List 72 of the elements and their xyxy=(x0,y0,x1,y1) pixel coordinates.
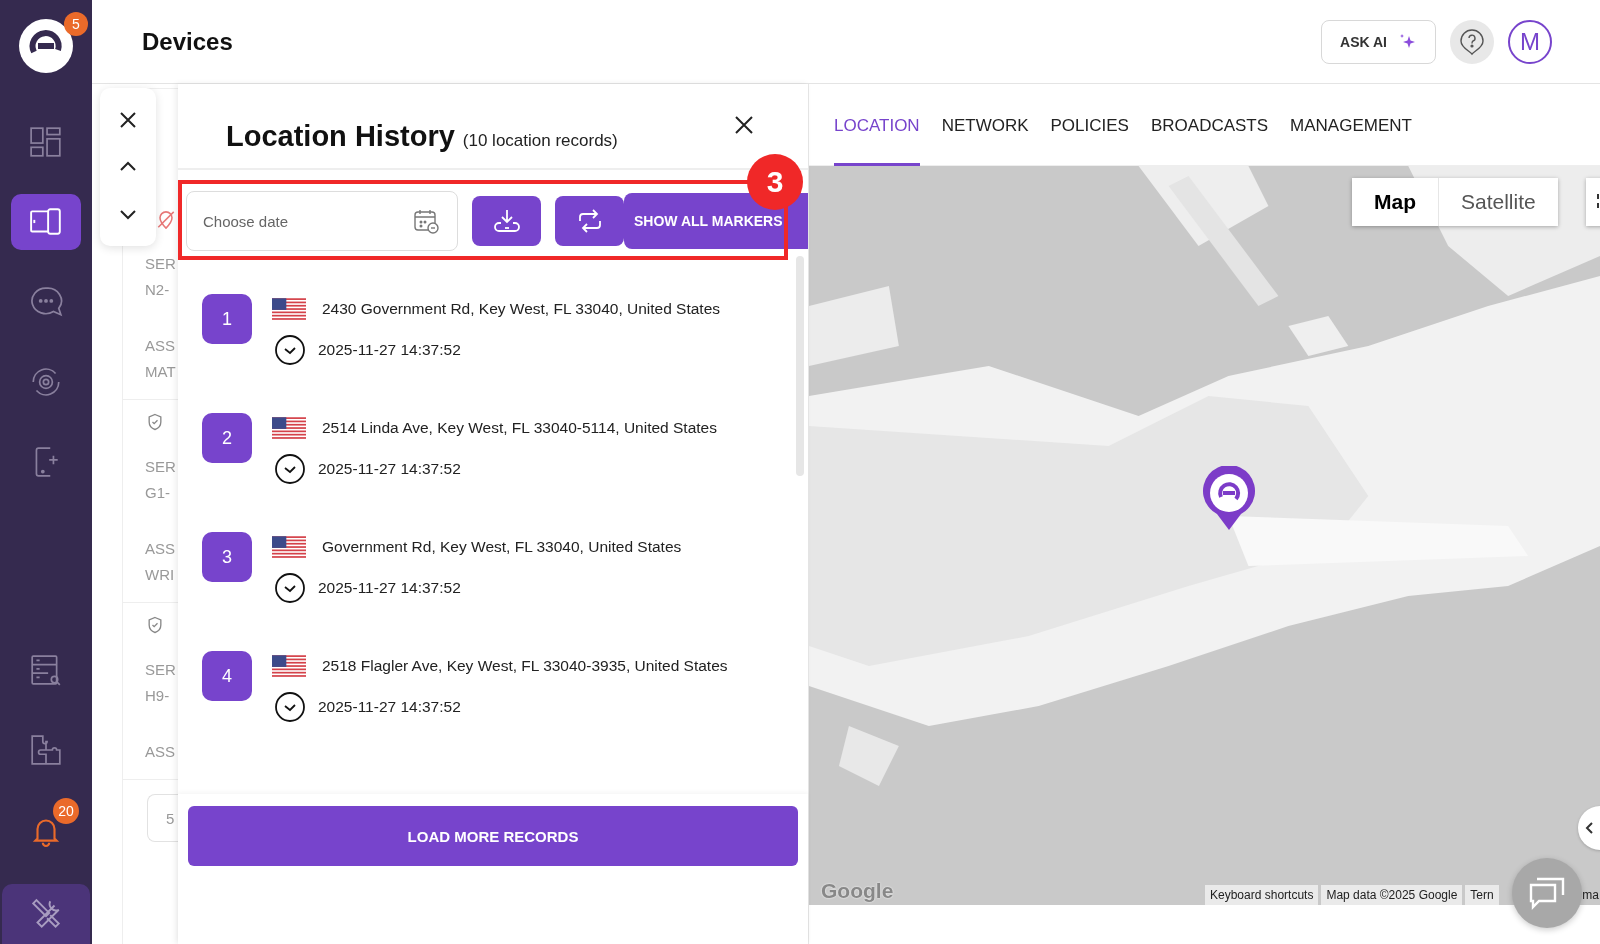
location-pin-icon xyxy=(1201,466,1257,532)
clock-icon xyxy=(274,334,306,366)
map-link[interactable]: Tern xyxy=(1465,885,1499,905)
field-value: H9- xyxy=(145,686,171,706)
us-flag-icon xyxy=(272,655,306,677)
refresh-button[interactable] xyxy=(555,196,624,246)
record-number: 3 xyxy=(202,532,252,582)
clock-icon xyxy=(274,691,306,723)
address-text: 2518 Flagler Ave, Key West, FL 33040-3935, United States xyxy=(322,657,728,675)
tab[interactable]: MANAGEMENT xyxy=(1290,83,1412,166)
field-label: ASS xyxy=(145,539,176,559)
close-icon xyxy=(118,109,138,130)
timestamp: 2025-11-27 14:37:52 xyxy=(318,698,461,716)
notification-badge: 5 xyxy=(64,12,88,36)
field-value: G1- xyxy=(145,483,171,503)
field-label: SER xyxy=(145,457,177,477)
timestamp: 2025-11-27 14:37:52 xyxy=(318,579,461,597)
server-search-icon xyxy=(29,653,63,687)
us-flag-icon xyxy=(272,417,306,439)
user-avatar[interactable]: M xyxy=(1508,19,1552,64)
record-number: 4 xyxy=(202,651,252,701)
us-flag-icon xyxy=(272,536,306,558)
record-number: 1 xyxy=(202,294,252,344)
location-off-icon xyxy=(157,211,175,229)
help-icon xyxy=(1458,27,1486,56)
tools-icon xyxy=(29,897,63,931)
chevron-left-icon xyxy=(1584,821,1594,835)
record-number: 2 xyxy=(202,413,252,463)
clock-icon xyxy=(274,453,306,485)
close-icon xyxy=(734,114,754,135)
tab[interactable]: BROADCASTS xyxy=(1150,83,1269,166)
field-label: SER xyxy=(145,660,177,680)
field-value: MAT xyxy=(145,362,177,382)
clock-icon xyxy=(274,572,306,604)
ask-ai-button[interactable]: ASK AI xyxy=(1321,19,1436,64)
download-button[interactable] xyxy=(472,196,541,246)
map-link[interactable]: Keyboard shortcuts xyxy=(1205,885,1319,905)
tab[interactable]: NETWORK xyxy=(941,83,1029,166)
load-more-button[interactable]: LOAD MORE RECORDS xyxy=(188,806,798,866)
calendar-icon xyxy=(412,207,440,235)
dashboard-icon xyxy=(29,125,63,159)
help-button[interactable] xyxy=(1450,19,1494,64)
timestamp: 2025-11-27 14:37:52 xyxy=(318,460,461,478)
field-label: SER xyxy=(145,254,177,274)
address-text: 2514 Linda Ave, Key West, FL 33040-5114, United States xyxy=(322,419,717,437)
us-flag-icon xyxy=(272,298,306,320)
scrollbar[interactable] xyxy=(796,256,804,476)
field-label: ASS xyxy=(145,336,176,356)
field-value: N2- xyxy=(145,280,171,300)
nav-item[interactable] xyxy=(11,194,81,250)
panel-title: Location History xyxy=(226,120,455,153)
address-text: Government Rd, Key West, FL 33040, United States xyxy=(322,538,682,556)
map-type-button[interactable]: Map xyxy=(1352,178,1439,226)
address-text: 2430 Government Rd, Key West, FL 33040, United States xyxy=(322,300,721,318)
download-icon xyxy=(492,207,521,235)
page-title: Devices xyxy=(142,27,233,56)
map-link[interactable]: Map data ©2025 Google xyxy=(1321,885,1463,905)
puzzle-icon xyxy=(29,733,63,767)
date-field[interactable]: Choose date xyxy=(186,191,458,251)
field-label: ASS xyxy=(145,742,176,762)
field-value: WRI xyxy=(145,565,176,585)
record-count: (10 location records) xyxy=(462,131,618,151)
timestamp: 2025-11-27 14:37:52 xyxy=(318,341,461,359)
logo-icon[interactable] xyxy=(18,18,74,74)
chat-icon xyxy=(29,285,63,319)
annotation-badge: 3 xyxy=(747,154,803,210)
notification-badge: 20 xyxy=(53,798,79,824)
tab[interactable]: POLICIES xyxy=(1050,83,1129,166)
show-all-markers-button[interactable]: SHOW ALL MARKERS xyxy=(624,193,808,249)
cut-off-link[interactable]: ma xyxy=(1581,885,1600,905)
map-type-button[interactable]: Satellite xyxy=(1439,178,1558,226)
google-logo: Google xyxy=(821,879,894,903)
